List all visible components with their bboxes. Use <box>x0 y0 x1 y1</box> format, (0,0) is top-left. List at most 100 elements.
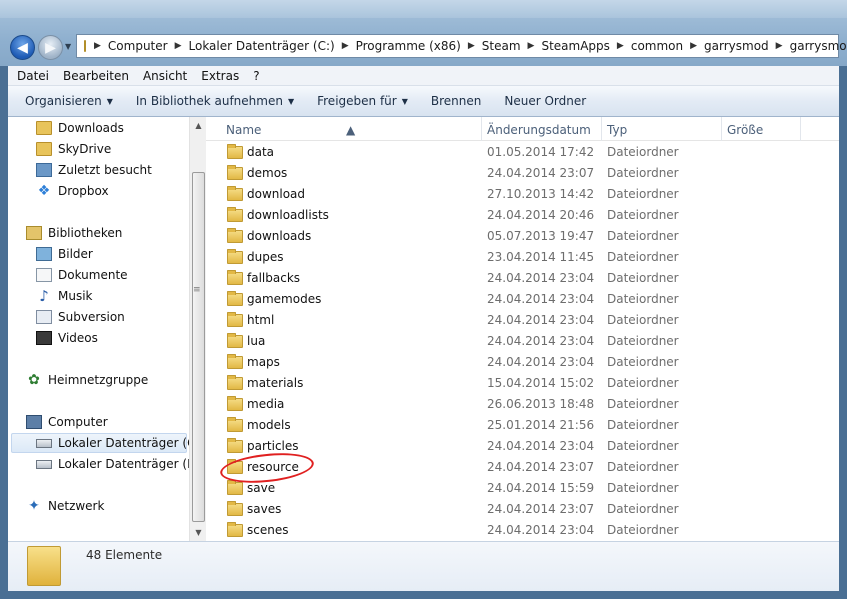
table-row[interactable]: saves 24.04.2014 23:07 Dateiordner <box>206 499 839 520</box>
file-date: 24.04.2014 23:04 <box>487 313 595 327</box>
nav-item-music[interactable]: ♪ Musik <box>36 286 92 306</box>
scrollbar-thumb[interactable] <box>192 172 205 522</box>
table-row[interactable]: downloads 05.07.2013 19:47 Dateiordner <box>206 226 839 247</box>
menu-tools[interactable]: Extras <box>201 69 239 83</box>
table-row[interactable]: materials 15.04.2014 15:02 Dateiordner <box>206 373 839 394</box>
nav-item-dropbox[interactable]: ❖ Dropbox <box>36 181 109 201</box>
folder-icon <box>227 417 243 432</box>
table-row[interactable]: maps 24.04.2014 23:04 Dateiordner <box>206 352 839 373</box>
file-date: 15.04.2014 15:02 <box>487 376 595 390</box>
column-header-size[interactable]: Größe <box>727 123 763 137</box>
column-divider[interactable] <box>481 117 482 141</box>
breadcrumb-chevron-icon[interactable]: ▶ <box>342 41 349 51</box>
table-row[interactable]: scenes 24.04.2014 23:04 Dateiordner <box>206 520 839 541</box>
column-divider[interactable] <box>800 117 801 141</box>
folder-icon <box>227 480 243 495</box>
nav-item-recent[interactable]: Zuletzt besucht <box>36 160 152 180</box>
nav-item-skydrive[interactable]: SkyDrive <box>36 139 111 159</box>
breadcrumb-chevron-icon[interactable]: ▶ <box>468 41 475 51</box>
nav-label: Computer <box>48 415 108 429</box>
breadcrumb-sep-root[interactable]: ▶ <box>94 41 108 51</box>
breadcrumb-chevron-icon[interactable]: ▶ <box>776 41 783 51</box>
breadcrumb-chevron-icon[interactable]: ▶ <box>175 41 182 51</box>
file-type: Dateiordner <box>607 145 679 159</box>
chevron-down-icon: ▼ <box>287 97 295 106</box>
nav-item-computer[interactable]: Computer <box>26 412 108 432</box>
scroll-up-arrow-icon[interactable]: ▲ <box>190 117 207 134</box>
organize-button[interactable]: Organisieren ▼ <box>25 94 113 108</box>
breadcrumb-item[interactable]: common <box>631 39 683 53</box>
file-name: media <box>247 397 285 411</box>
nav-label: Dropbox <box>58 184 109 198</box>
breadcrumb: Computer ▶ Lokaler Datenträger (C:) ▶ Progra… <box>108 39 847 53</box>
menu-view[interactable]: Ansicht <box>143 69 187 83</box>
table-row[interactable]: fallbacks 24.04.2014 23:04 Dateiordner <box>206 268 839 289</box>
nav-item-network[interactable]: ✦ Netzwerk <box>26 496 104 516</box>
table-row[interactable]: media 26.06.2013 18:48 Dateiordner <box>206 394 839 415</box>
breadcrumb-chevron-icon[interactable]: ▶ <box>690 41 697 51</box>
breadcrumb-chevron-icon[interactable]: ▶ <box>617 41 624 51</box>
nav-label: Zuletzt besucht <box>58 163 152 177</box>
address-bar[interactable]: ▶ Computer ▶ Lokaler Datenträger (C:) ▶ Prog… <box>76 34 847 58</box>
breadcrumb-item[interactable]: Computer <box>108 39 168 53</box>
breadcrumb-item[interactable]: Steam <box>482 39 521 53</box>
nav-item-libraries[interactable]: Bibliotheken <box>26 223 122 243</box>
new-folder-button[interactable]: Neuer Ordner <box>504 94 586 108</box>
share-label: Freigeben für <box>317 94 397 108</box>
table-row[interactable]: lua 24.04.2014 23:04 Dateiordner <box>206 331 839 352</box>
menu-file[interactable]: Datei <box>17 69 49 83</box>
table-row[interactable]: dupes 23.04.2014 11:45 Dateiordner <box>206 247 839 268</box>
file-name: dupes <box>247 250 284 264</box>
nav-label: Lokaler Datenträger (C:) <box>58 436 189 450</box>
file-name: lua <box>247 334 266 348</box>
menu-help[interactable]: ? <box>253 69 259 83</box>
nav-item-pictures[interactable]: Bilder <box>36 244 93 264</box>
file-type: Dateiordner <box>607 523 679 537</box>
nav-item-videos[interactable]: Videos <box>36 328 98 348</box>
table-row[interactable]: html 24.04.2014 23:04 Dateiordner <box>206 310 839 331</box>
breadcrumb-chevron-icon[interactable]: ▶ <box>528 41 535 51</box>
nav-item-downloads[interactable]: Downloads <box>36 118 124 138</box>
file-name: materials <box>247 376 304 390</box>
nav-item-homegroup[interactable]: ✿ Heimnetzgruppe <box>26 370 148 390</box>
column-header-date[interactable]: Änderungsdatum <box>487 123 591 137</box>
nav-item-documents[interactable]: Dokumente <box>36 265 128 285</box>
table-row[interactable]: gamemodes 24.04.2014 23:04 Dateiordner <box>206 289 839 310</box>
table-row[interactable]: particles 24.04.2014 23:04 Dateiordner <box>206 436 839 457</box>
breadcrumb-item[interactable]: garrysmod <box>790 39 847 53</box>
breadcrumb-item[interactable]: SteamApps <box>541 39 609 53</box>
back-button[interactable]: ◀ <box>10 35 35 60</box>
add-to-library-button[interactable]: In Bibliothek aufnehmen ▼ <box>136 94 294 108</box>
column-divider[interactable] <box>721 117 722 141</box>
table-row[interactable]: downloadlists 24.04.2014 20:46 Dateiordner <box>206 205 839 226</box>
folder-icon <box>227 354 243 369</box>
forward-button[interactable]: ▶ <box>38 35 63 60</box>
nav-item-drive-d[interactable]: Lokaler Datenträger (D:) <box>36 454 189 474</box>
table-row[interactable]: download 27.10.2013 14:42 Dateiordner <box>206 184 839 205</box>
burn-button[interactable]: Brennen <box>431 94 481 108</box>
nav-label: Bibliotheken <box>48 226 123 240</box>
grip-icon: ≡ <box>193 285 201 295</box>
table-row[interactable]: demos 24.04.2014 23:07 Dateiordner <box>206 163 839 184</box>
nav-item-subversion[interactable]: Subversion <box>36 307 125 327</box>
chevron-down-icon: ▼ <box>401 97 408 106</box>
scroll-down-arrow-icon[interactable]: ▼ <box>190 524 207 541</box>
column-header-type[interactable]: Typ <box>607 123 627 137</box>
recent-pages-dropdown[interactable]: ▼ <box>65 42 71 51</box>
column-divider[interactable] <box>601 117 602 141</box>
table-row[interactable]: data 01.05.2014 17:42 Dateiordner <box>206 142 839 163</box>
table-row[interactable]: models 25.01.2014 21:56 Dateiordner <box>206 415 839 436</box>
file-date: 24.04.2014 23:04 <box>487 334 595 348</box>
nav-item-drive-c[interactable]: Lokaler Datenträger (C:) <box>11 433 189 453</box>
navigation-scrollbar[interactable]: ▲ ≡ ▼ <box>189 117 206 541</box>
breadcrumb-item[interactable]: garrysmod <box>704 39 769 53</box>
share-with-button[interactable]: Freigeben für ▼ <box>317 94 408 108</box>
menu-edit[interactable]: Bearbeiten <box>63 69 129 83</box>
breadcrumb-item[interactable]: Lokaler Datenträger (C:) <box>189 39 335 53</box>
file-date: 24.04.2014 23:07 <box>487 166 595 180</box>
file-name: fallbacks <box>247 271 301 285</box>
column-header-name[interactable]: Name <box>226 123 261 137</box>
file-type: Dateiordner <box>607 292 679 306</box>
breadcrumb-item[interactable]: Programme (x86) <box>356 39 461 53</box>
table-row[interactable]: save 24.04.2014 15:59 Dateiordner <box>206 478 839 499</box>
